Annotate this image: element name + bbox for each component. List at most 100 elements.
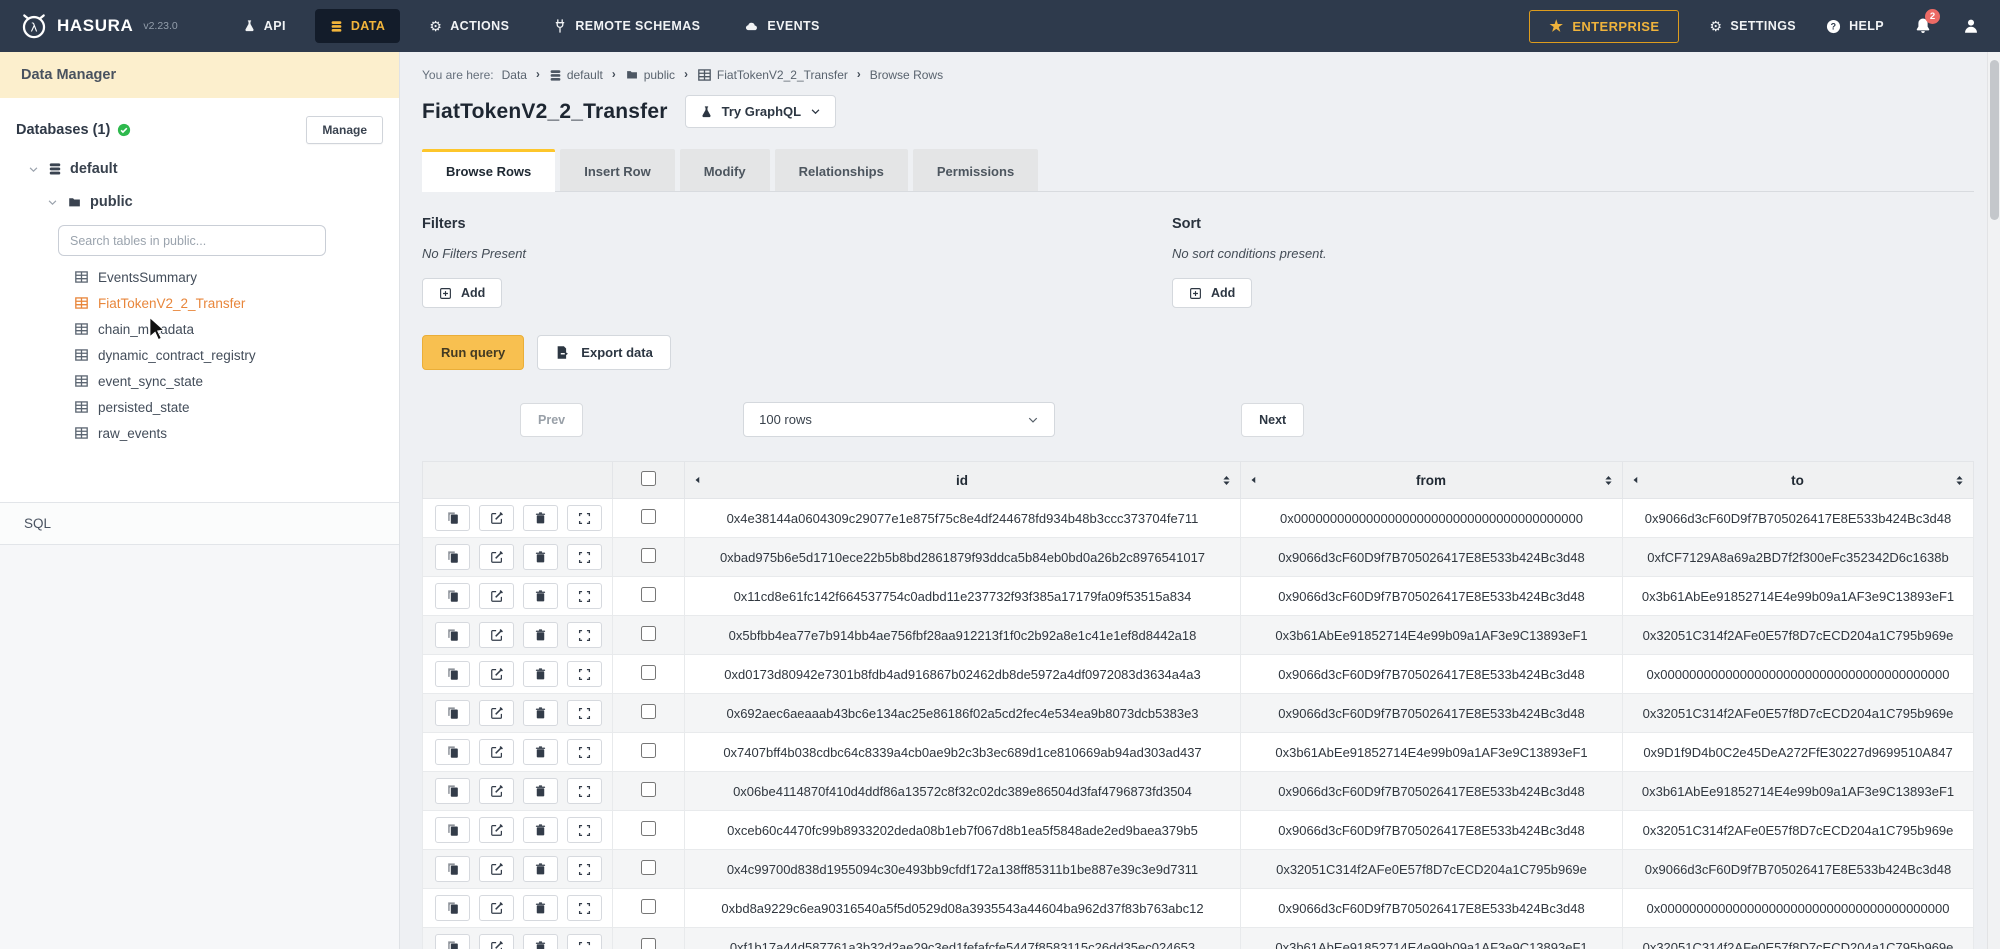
prev-page-button[interactable]: Prev bbox=[520, 403, 583, 437]
row-checkbox[interactable] bbox=[641, 899, 656, 914]
expand-row-button[interactable] bbox=[567, 895, 602, 921]
delete-row-button[interactable] bbox=[523, 505, 558, 531]
edit-row-button[interactable] bbox=[479, 700, 514, 726]
clone-row-button[interactable] bbox=[435, 661, 470, 687]
delete-row-button[interactable] bbox=[523, 778, 558, 804]
sidebar-item-table-event_sync_state[interactable]: event_sync_state bbox=[74, 368, 399, 394]
edit-row-button[interactable] bbox=[479, 739, 514, 765]
sidebar-item-table-fiattokenv2_2_transfer[interactable]: FiatTokenV2_2_Transfer bbox=[74, 290, 399, 316]
edit-row-button[interactable] bbox=[479, 505, 514, 531]
row-checkbox[interactable] bbox=[641, 704, 656, 719]
clone-row-button[interactable] bbox=[435, 544, 470, 570]
edit-row-button[interactable] bbox=[479, 622, 514, 648]
delete-row-button[interactable] bbox=[523, 895, 558, 921]
sort-icon[interactable] bbox=[1221, 474, 1232, 487]
clone-row-button[interactable] bbox=[435, 583, 470, 609]
clone-row-button[interactable] bbox=[435, 700, 470, 726]
column-header-to[interactable]: to bbox=[1623, 462, 1974, 499]
page-size-select[interactable]: 100 rows bbox=[743, 402, 1055, 437]
vertical-scrollbar[interactable] bbox=[1987, 52, 2000, 949]
row-checkbox[interactable] bbox=[641, 626, 656, 641]
manage-button[interactable]: Manage bbox=[306, 116, 383, 144]
tab-relationships[interactable]: Relationships bbox=[775, 149, 908, 191]
tab-browse-rows[interactable]: Browse Rows bbox=[422, 149, 555, 192]
delete-row-button[interactable] bbox=[523, 856, 558, 882]
nav-item-events[interactable]: EVENTS bbox=[729, 9, 834, 43]
breadcrumb-item-public[interactable]: public bbox=[625, 68, 675, 82]
enterprise-button[interactable]: ★ ENTERPRISE bbox=[1529, 10, 1679, 43]
edit-row-button[interactable] bbox=[479, 583, 514, 609]
tab-permissions[interactable]: Permissions bbox=[913, 149, 1038, 191]
delete-row-button[interactable] bbox=[523, 934, 558, 949]
settings-button[interactable]: ⚙ SETTINGS bbox=[1709, 19, 1796, 33]
column-header-from[interactable]: from bbox=[1241, 462, 1623, 499]
delete-row-button[interactable] bbox=[523, 700, 558, 726]
row-checkbox[interactable] bbox=[641, 548, 656, 563]
row-checkbox[interactable] bbox=[641, 587, 656, 602]
notifications-button[interactable]: 2 bbox=[1914, 17, 1932, 35]
edit-row-button[interactable] bbox=[479, 661, 514, 687]
edit-row-button[interactable] bbox=[479, 856, 514, 882]
sort-icon[interactable] bbox=[1603, 474, 1614, 487]
edit-row-button[interactable] bbox=[479, 778, 514, 804]
sidebar-item-table-dynamic_contract_registry[interactable]: dynamic_contract_registry bbox=[74, 342, 399, 368]
expand-row-button[interactable] bbox=[567, 778, 602, 804]
clone-row-button[interactable] bbox=[435, 505, 470, 531]
clone-row-button[interactable] bbox=[435, 622, 470, 648]
breadcrumb-item-fiattokenv2_2_transfer[interactable]: FiatTokenV2_2_Transfer bbox=[697, 68, 848, 82]
expand-row-button[interactable] bbox=[567, 739, 602, 765]
sidebar-item-table-raw_events[interactable]: raw_events bbox=[74, 420, 399, 446]
row-checkbox[interactable] bbox=[641, 665, 656, 680]
sidebar-item-default-db[interactable]: default bbox=[16, 161, 399, 177]
expand-row-button[interactable] bbox=[567, 661, 602, 687]
row-checkbox[interactable] bbox=[641, 821, 656, 836]
expand-row-button[interactable] bbox=[567, 583, 602, 609]
expand-row-button[interactable] bbox=[567, 505, 602, 531]
edit-row-button[interactable] bbox=[479, 934, 514, 949]
try-graphql-button[interactable]: Try GraphQL bbox=[685, 95, 836, 128]
tab-modify[interactable]: Modify bbox=[680, 149, 770, 191]
collapse-column-icon[interactable] bbox=[693, 475, 703, 485]
expand-row-button[interactable] bbox=[567, 856, 602, 882]
clone-row-button[interactable] bbox=[435, 739, 470, 765]
row-checkbox[interactable] bbox=[641, 860, 656, 875]
delete-row-button[interactable] bbox=[523, 622, 558, 648]
add-filter-button[interactable]: Add bbox=[422, 278, 502, 308]
clone-row-button[interactable] bbox=[435, 856, 470, 882]
tab-insert-row[interactable]: Insert Row bbox=[560, 149, 674, 191]
delete-row-button[interactable] bbox=[523, 583, 558, 609]
row-checkbox[interactable] bbox=[641, 938, 656, 949]
expand-row-button[interactable] bbox=[567, 700, 602, 726]
delete-row-button[interactable] bbox=[523, 661, 558, 687]
search-tables-input[interactable] bbox=[58, 225, 326, 256]
help-button[interactable]: ? HELP bbox=[1826, 19, 1884, 34]
sidebar-item-sql[interactable]: SQL bbox=[0, 502, 399, 545]
nav-item-actions[interactable]: ⚙ACTIONS bbox=[414, 9, 524, 43]
breadcrumb-item-data[interactable]: Data bbox=[502, 68, 527, 82]
column-header-id[interactable]: id bbox=[685, 462, 1241, 499]
sidebar-item-table-persisted_state[interactable]: persisted_state bbox=[74, 394, 399, 420]
nav-item-api[interactable]: API bbox=[228, 9, 301, 43]
edit-row-button[interactable] bbox=[479, 895, 514, 921]
next-page-button[interactable]: Next bbox=[1241, 403, 1304, 437]
sidebar-item-public-schema[interactable]: public bbox=[16, 194, 399, 210]
clone-row-button[interactable] bbox=[435, 817, 470, 843]
row-checkbox[interactable] bbox=[641, 509, 656, 524]
expand-row-button[interactable] bbox=[567, 817, 602, 843]
breadcrumb-item-default[interactable]: default bbox=[549, 68, 603, 82]
delete-row-button[interactable] bbox=[523, 817, 558, 843]
edit-row-button[interactable] bbox=[479, 544, 514, 570]
collapse-column-icon[interactable] bbox=[1249, 475, 1259, 485]
row-checkbox[interactable] bbox=[641, 743, 656, 758]
nav-item-data[interactable]: DATA bbox=[315, 9, 400, 43]
collapse-column-icon[interactable] bbox=[1631, 475, 1641, 485]
sidebar-item-table-eventssummary[interactable]: EventsSummary bbox=[74, 264, 399, 290]
chevron-down-icon[interactable] bbox=[47, 197, 58, 208]
hasura-brand[interactable]: λ HASURA v2.23.0 bbox=[20, 12, 178, 40]
sidebar-item-table-chain_metadata[interactable]: chain_metadata bbox=[74, 316, 399, 342]
chevron-down-icon[interactable] bbox=[28, 164, 39, 175]
expand-row-button[interactable] bbox=[567, 622, 602, 648]
delete-row-button[interactable] bbox=[523, 739, 558, 765]
clone-row-button[interactable] bbox=[435, 934, 470, 949]
user-menu-button[interactable] bbox=[1962, 17, 1980, 35]
